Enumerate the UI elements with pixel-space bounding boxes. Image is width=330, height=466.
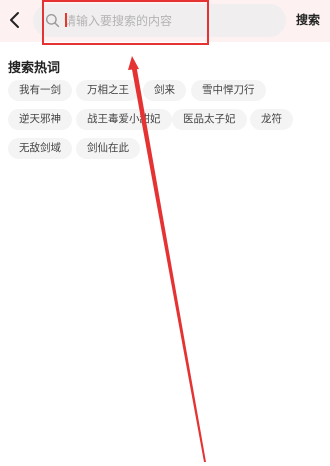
hot-search-chip[interactable]: 逆天邪神 [8,109,72,130]
hot-search-chip[interactable]: 剑仙在此 [76,138,140,159]
chevron-left-icon [10,12,19,28]
hot-search-chip[interactable]: 无敌剑域 [8,138,72,159]
search-box[interactable] [33,4,286,37]
hot-search-chip[interactable]: 雪中悍刀行 [191,80,266,101]
hot-search-chip[interactable]: 龙符 [250,109,293,130]
hot-search-chip[interactable]: 万相之王 [76,80,140,101]
hot-search-chip[interactable]: 战王毒爱小甜妃 [76,109,172,130]
hot-search-title: 搜索热词 [8,61,61,76]
hot-search-chip[interactable]: 剑来 [143,80,186,101]
back-button[interactable] [4,7,26,33]
text-cursor [65,13,67,27]
search-icon [45,13,60,28]
search-button[interactable]: 搜索 [296,11,320,28]
search-input[interactable] [64,8,274,33]
hot-search-chip[interactable]: 医品太子妃 [172,109,247,130]
top-bar: 搜索 [0,0,330,42]
hot-search-chip[interactable]: 我有一剑 [8,80,72,101]
search-page: 搜索 搜索热词 我有一剑 万相之王 剑来 雪中悍刀行 逆天邪神 战王毒爱小甜妃 … [0,0,330,466]
